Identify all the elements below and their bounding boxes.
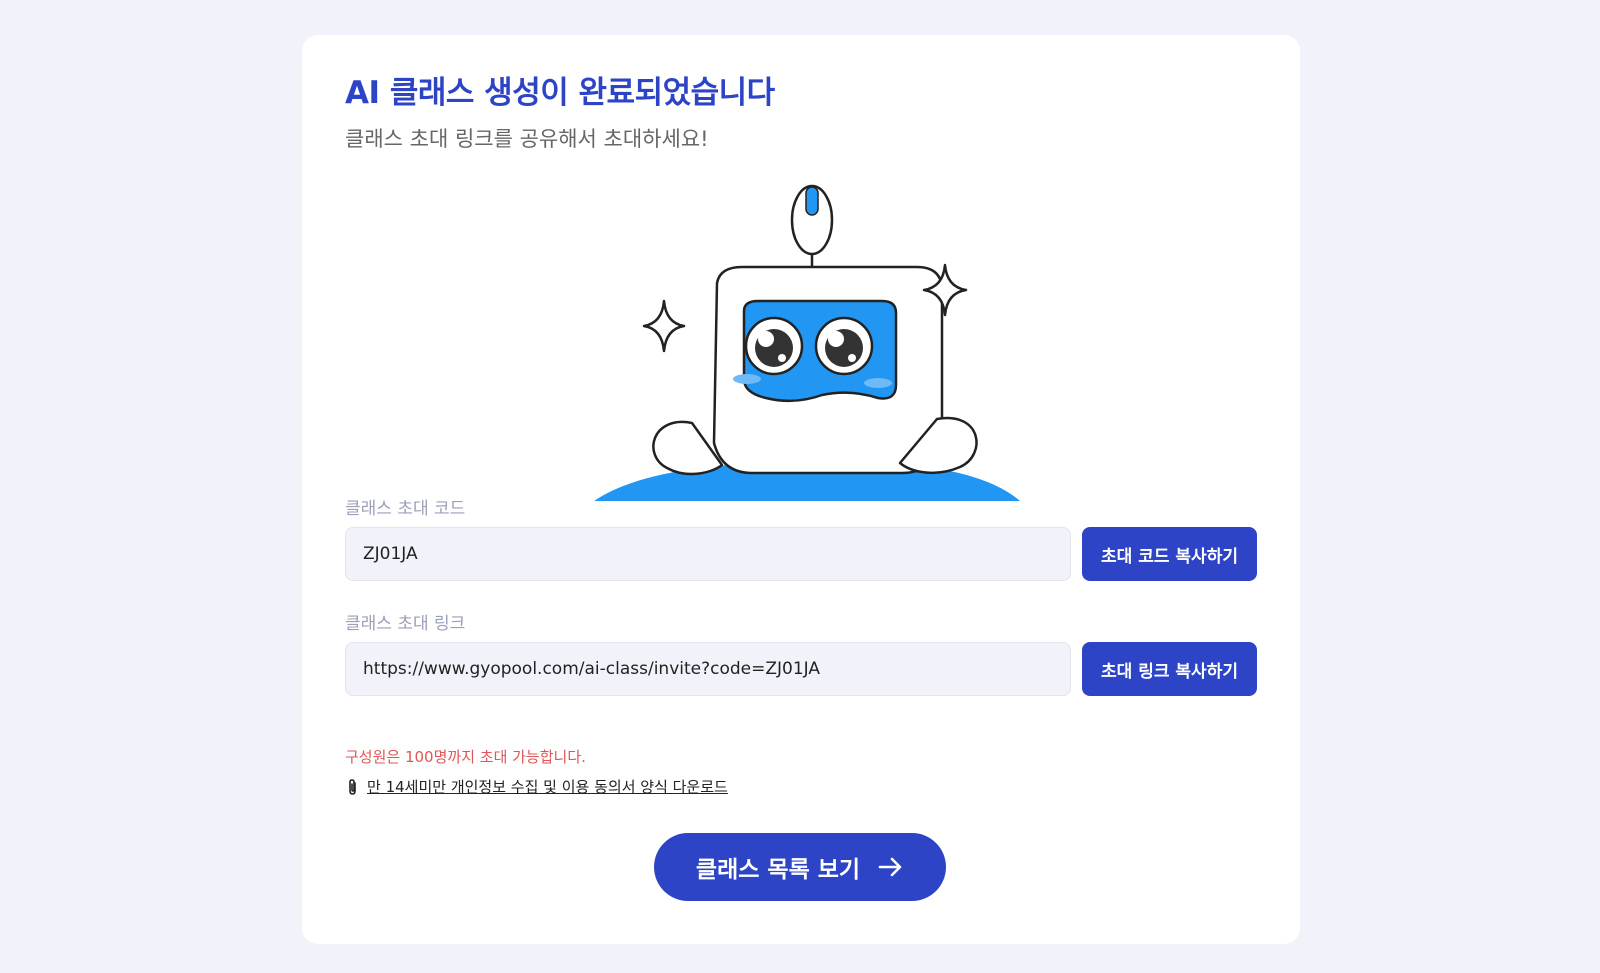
consent-form-download-link[interactable]: 만 14세미만 개인정보 수집 및 이용 동의서 양식 다운로드 xyxy=(345,776,728,797)
arrow-right-icon xyxy=(878,856,904,878)
invite-link-label: 클래스 초대 링크 xyxy=(345,614,466,634)
robot-left-hand xyxy=(652,420,724,476)
member-limit-notice: 구성원은 100명까지 초대 가능합니다. xyxy=(345,748,586,766)
paperclip-icon xyxy=(345,778,361,796)
view-class-list-button[interactable]: 클래스 목록 보기 xyxy=(654,833,946,901)
sparkle-left xyxy=(642,299,686,353)
invite-code-field[interactable]: ZJ01JA xyxy=(345,527,1071,581)
copy-invite-link-button[interactable]: 초대 링크 복사하기 xyxy=(1082,642,1257,696)
completion-card: AI 클래스 생성이 완료되었습니다 클래스 초대 링크를 공유해서 초대하세요… xyxy=(302,35,1300,944)
robot-mascot-illustration xyxy=(582,183,1042,509)
page-title: AI 클래스 생성이 완료되었습니다 xyxy=(345,75,775,111)
invite-link-value: https://www.gyopool.com/ai-class/invite?… xyxy=(363,659,821,679)
consent-form-download-label: 만 14세미만 개인정보 수집 및 이용 동의서 양식 다운로드 xyxy=(367,778,728,796)
page-subtitle: 클래스 초대 링크를 공유해서 초대하세요! xyxy=(345,127,709,151)
copy-invite-code-button[interactable]: 초대 코드 복사하기 xyxy=(1082,527,1257,581)
view-class-list-label: 클래스 목록 보기 xyxy=(695,857,861,883)
invite-code-label: 클래스 초대 코드 xyxy=(345,499,466,519)
invite-link-field[interactable]: https://www.gyopool.com/ai-class/invite?… xyxy=(345,642,1071,696)
invite-code-value: ZJ01JA xyxy=(363,544,418,564)
